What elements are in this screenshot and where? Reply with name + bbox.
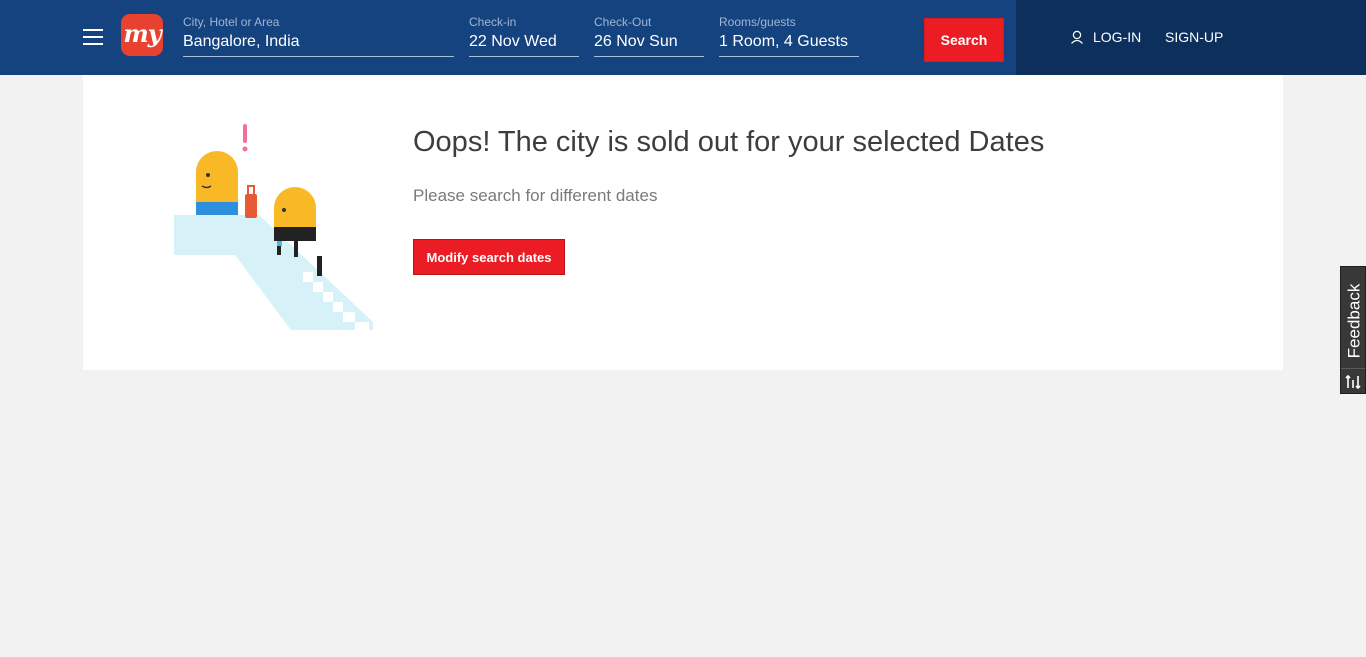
city-field[interactable]: City, Hotel or Area Bangalore, India (183, 14, 454, 57)
login-link[interactable]: LOG-IN (1070, 28, 1141, 46)
rooms-guests-field-label: Rooms/guests (719, 15, 796, 29)
rooms-guests-field[interactable]: Rooms/guests 1 Room, 4 Guests (719, 14, 859, 57)
checkout-field[interactable]: Check-Out 26 Nov Sun (594, 14, 704, 57)
logo-text: my (123, 18, 161, 48)
feedback-tab[interactable]: Feedback (1340, 266, 1366, 394)
sold-out-subheading: Please search for different dates (413, 186, 658, 205)
checkin-field[interactable]: Check-in 22 Nov Wed (469, 14, 579, 57)
sort-arrows-icon (1345, 375, 1361, 389)
login-label: LOG-IN (1093, 29, 1142, 45)
search-button[interactable]: Search (924, 18, 1004, 62)
feedback-label: Feedback (1344, 283, 1364, 359)
city-field-label: City, Hotel or Area (183, 15, 280, 29)
exclamation-icon (242, 124, 248, 152)
character-one (196, 151, 238, 215)
character-two (274, 187, 316, 257)
feedback-label-wrap: Feedback (1342, 275, 1366, 367)
checkout-field-value: 26 Nov Sun (594, 33, 678, 50)
menu-icon[interactable] (83, 29, 103, 45)
feedback-divider (1341, 368, 1365, 369)
sold-out-illustration (174, 124, 373, 330)
signup-link[interactable]: SIGN-UP (1165, 28, 1223, 46)
user-icon (1071, 30, 1083, 44)
city-field-value: Bangalore, India (183, 33, 300, 50)
top-navigation-bar: my City, Hotel or Area Bangalore, India … (0, 0, 1366, 75)
sold-out-heading: Oops! The city is sold out for your sele… (413, 126, 1045, 158)
modify-search-dates-button[interactable]: Modify search dates (413, 239, 565, 275)
checkout-field-label: Check-Out (594, 15, 652, 29)
makemytrip-logo[interactable]: my (121, 14, 163, 56)
rooms-guests-field-value: 1 Room, 4 Guests (719, 33, 848, 50)
red-suitcase (245, 185, 257, 218)
checkin-field-label: Check-in (469, 15, 517, 29)
checkin-field-value: 22 Nov Wed (469, 33, 557, 50)
account-area: LOG-IN SIGN-UP (1016, 0, 1366, 75)
sold-out-card: Oops! The city is sold out for your sele… (83, 75, 1283, 370)
